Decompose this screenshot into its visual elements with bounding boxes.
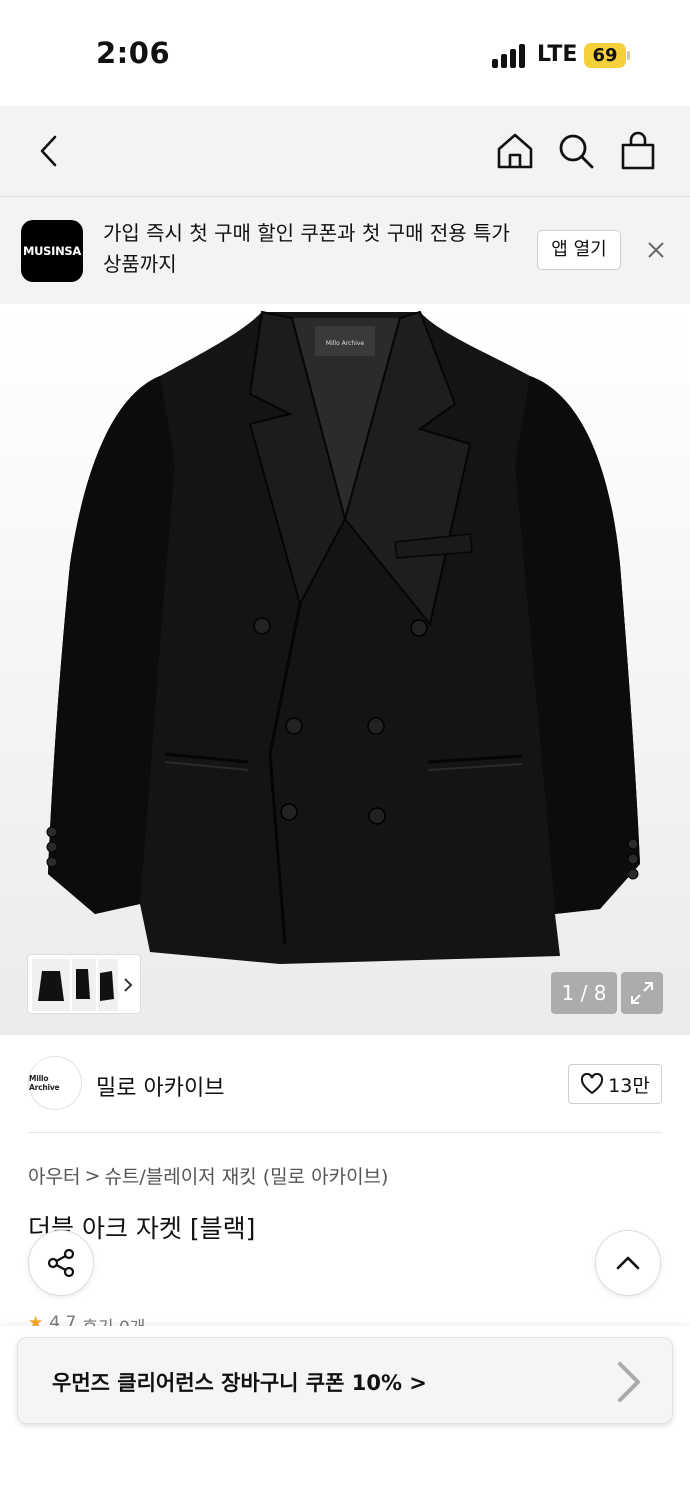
thumbnail-strip[interactable]: [27, 954, 141, 1014]
musinsa-logo: MUSINSA: [21, 220, 83, 282]
rating-value: 4.7: [49, 1313, 77, 1327]
rating-row[interactable]: ★ 4.7 후기 0개: [28, 1313, 145, 1327]
expand-button[interactable]: [621, 972, 663, 1014]
banner-close-button[interactable]: [640, 234, 672, 266]
page-indicator: 1 / 8: [551, 972, 617, 1014]
like-button[interactable]: 13만: [568, 1064, 662, 1104]
chevron-right-icon: [618, 1362, 640, 1402]
bottom-sheet: 우먼즈 클리어런스 장바구니 쿠폰 10% >: [0, 1326, 690, 1500]
close-icon: [648, 242, 664, 258]
like-count: 13만: [608, 1074, 650, 1097]
product-image-gallery[interactable]: Millo Archive 1 / 8: [0, 304, 690, 1035]
breadcrumb-suit-blazer[interactable]: 슈트/블레이저 재킷 (밀로 아카이브): [104, 1162, 388, 1189]
network-type: LTE: [537, 42, 578, 67]
jacket-image: Millo Archive: [46, 310, 640, 964]
heart-icon: [581, 1073, 604, 1095]
share-icon: [47, 1248, 75, 1278]
chevron-up-icon: [616, 1256, 640, 1270]
status-time: 2:06: [96, 36, 171, 70]
breadcrumb-outer[interactable]: 아우터: [28, 1162, 80, 1189]
brand-logo[interactable]: Millo Archive: [28, 1056, 82, 1110]
back-button[interactable]: [26, 128, 72, 174]
breadcrumb: 아우터 > 슈트/블레이저 재킷 (밀로 아카이브): [28, 1162, 388, 1189]
chevron-left-icon: [40, 135, 57, 167]
coupon-text: 우먼즈 클리어런스 장바구니 쿠폰 10% >: [52, 1371, 427, 1395]
thumbnail-images: [32, 959, 133, 1011]
shopping-bag-icon: [621, 131, 655, 170]
review-count: 후기 0개: [82, 1313, 145, 1327]
app-install-banner: MUSINSA 가입 즉시 첫 구매 할인 쿠폰과 첫 구매 전용 특가 상품까…: [0, 197, 690, 304]
divider: [28, 1132, 662, 1133]
star-icon: ★: [28, 1313, 44, 1327]
brand-row: Millo Archive 밀로 아카이브 13만: [0, 1035, 690, 1133]
home-icon: [497, 133, 533, 169]
home-button[interactable]: [492, 128, 538, 174]
status-bar: 2:06 LTE 69: [0, 0, 690, 106]
cart-button[interactable]: [615, 128, 661, 174]
breadcrumb-separator: >: [84, 1164, 101, 1187]
brand-name[interactable]: 밀로 아카이브: [96, 1070, 224, 1102]
scroll-top-button[interactable]: [595, 1230, 661, 1296]
coupon-banner[interactable]: 우먼즈 클리어런스 장바구니 쿠폰 10% >: [17, 1337, 673, 1424]
jacket-label: Millo Archive: [326, 340, 365, 347]
signal-icon: [492, 44, 526, 68]
search-button[interactable]: [553, 128, 599, 174]
search-icon: [559, 134, 594, 169]
share-button[interactable]: [28, 1230, 94, 1296]
battery-icon: 69: [584, 43, 630, 68]
open-app-button[interactable]: 앱 열기: [537, 230, 621, 270]
banner-message: 가입 즉시 첫 구매 할인 쿠폰과 첫 구매 전용 특가 상품까지: [103, 221, 510, 276]
battery-level: 69: [584, 43, 626, 68]
expand-icon: [631, 982, 653, 1004]
nav-header: [0, 106, 690, 197]
